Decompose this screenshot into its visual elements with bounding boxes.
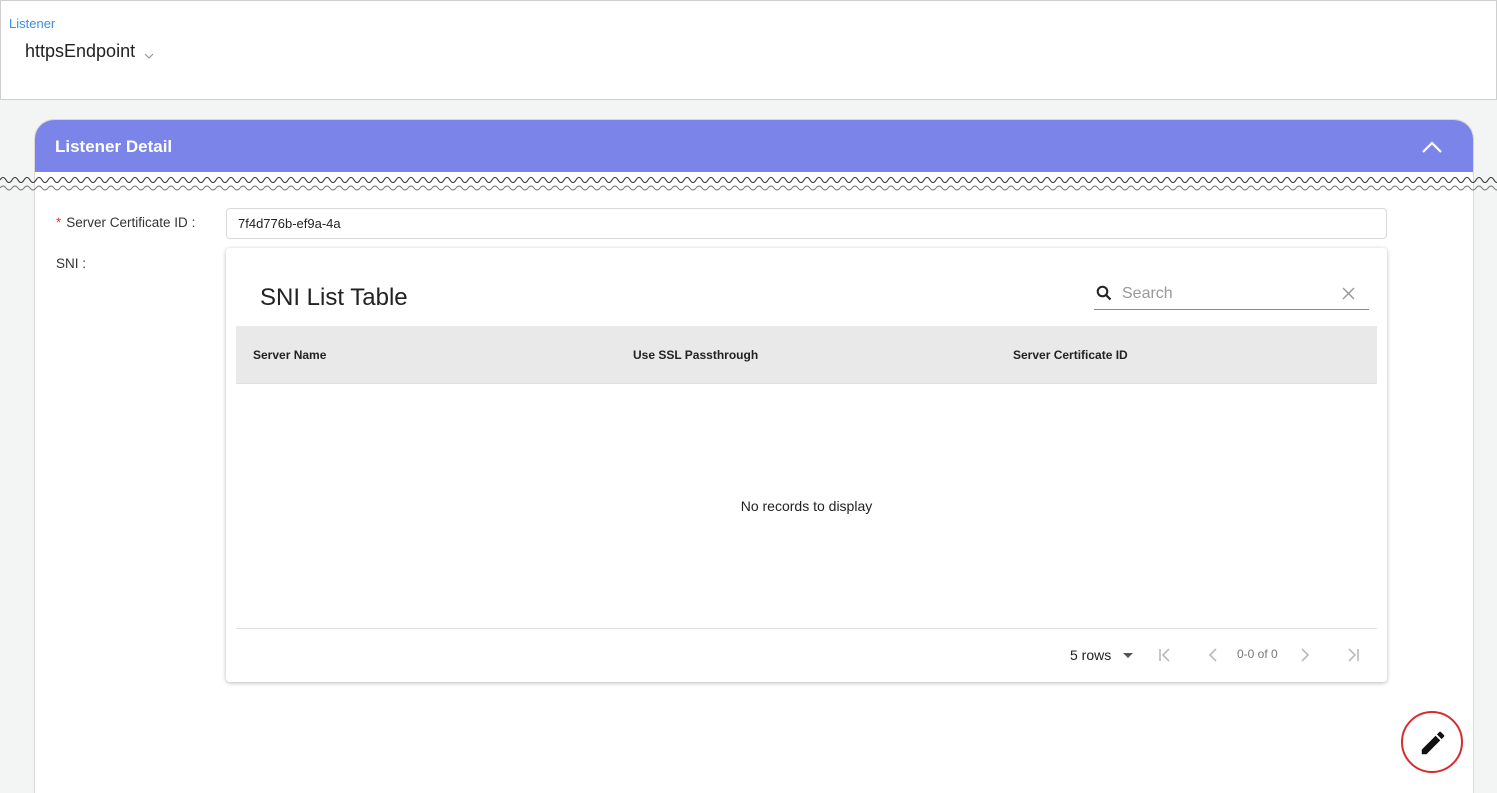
last-page-icon[interactable] — [1344, 646, 1362, 664]
first-page-icon[interactable] — [1156, 646, 1174, 664]
listener-select[interactable]: httpsEndpoint — [25, 41, 155, 62]
server-certificate-label: * Server Certificate ID : — [56, 215, 196, 230]
required-marker: * — [56, 215, 62, 230]
empty-table-message: No records to display — [740, 498, 873, 514]
pencil-icon — [1421, 731, 1445, 755]
listener-header: Listener httpsEndpoint — [0, 0, 1497, 100]
chevron-right-icon[interactable] — [1296, 646, 1314, 664]
column-header-server-certificate-id[interactable]: Server Certificate ID — [1013, 348, 1128, 362]
edit-button[interactable] — [1401, 711, 1463, 773]
close-icon[interactable] — [1342, 287, 1355, 300]
column-header-server-name[interactable]: Server Name — [253, 348, 326, 362]
caret-down-icon — [1123, 652, 1134, 658]
listener-label: Listener — [9, 16, 56, 31]
sni-label: SNI : — [56, 256, 87, 271]
listener-select-value: httpsEndpoint — [25, 41, 136, 61]
chevron-left-icon[interactable] — [1204, 646, 1222, 664]
table-footer-divider — [236, 628, 1377, 629]
table-title: SNI List Table — [260, 284, 408, 311]
sni-list-table: SNI List Table Server Name Use SSL Passt… — [226, 248, 1387, 682]
rows-per-page-value: 5 rows — [1070, 647, 1112, 663]
page-info: 0-0 of 0 — [1237, 647, 1278, 661]
server-certificate-input[interactable] — [226, 208, 1387, 239]
card-header: Listener Detail — [35, 120, 1473, 172]
column-header-ssl-passthrough[interactable]: Use SSL Passthrough — [633, 348, 758, 362]
card-title: Listener Detail — [55, 137, 173, 156]
page-break-divider — [0, 176, 1497, 191]
chevron-up-icon[interactable] — [1419, 136, 1445, 158]
search-icon — [1096, 285, 1112, 301]
table-search — [1094, 278, 1369, 310]
search-input[interactable] — [1122, 282, 1332, 306]
rows-per-page-select[interactable]: 5 rows — [1070, 647, 1134, 663]
table-header: Server Name Use SSL Passthrough Server C… — [236, 326, 1377, 384]
chevron-down-icon — [143, 46, 155, 59]
